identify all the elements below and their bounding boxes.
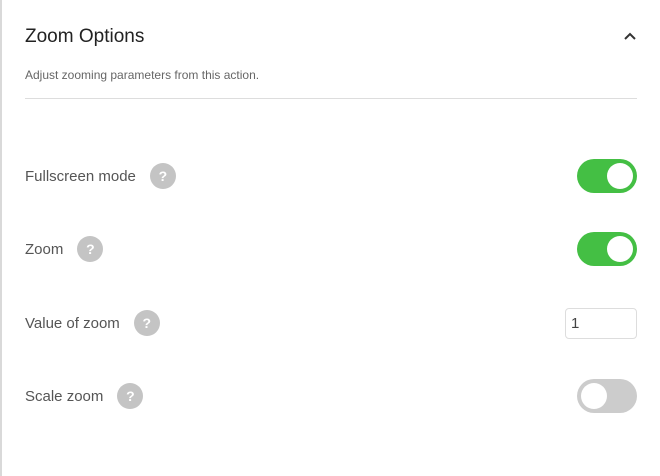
scale-zoom-toggle[interactable] xyxy=(577,379,637,413)
value-of-zoom-label: Value of zoom xyxy=(25,314,120,332)
zoom-toggle[interactable] xyxy=(577,232,637,266)
setting-row: Fullscreen mode? xyxy=(25,156,637,196)
panel-title: Zoom Options xyxy=(25,26,145,47)
toggle-knob xyxy=(607,163,633,189)
help-icon[interactable]: ? xyxy=(133,310,160,336)
setting-row: Value of zoom? xyxy=(25,303,637,343)
help-icon[interactable]: ? xyxy=(77,236,104,262)
value-of-zoom-input[interactable] xyxy=(565,307,637,339)
help-icon[interactable]: ? xyxy=(117,383,144,409)
chevron-up-icon[interactable] xyxy=(622,28,638,44)
scale-zoom-label: Scale zoom xyxy=(25,387,104,405)
panel-left-border xyxy=(0,0,2,476)
toggle-knob xyxy=(607,236,633,262)
help-icon[interactable]: ? xyxy=(149,163,176,189)
setting-row: Scale zoom? xyxy=(25,376,637,416)
panel-subtitle: Adjust zooming parameters from this acti… xyxy=(25,68,260,82)
fullscreen-mode-toggle[interactable] xyxy=(577,159,637,193)
setting-row: Zoom? xyxy=(25,229,637,269)
divider xyxy=(25,98,637,99)
zoom-label: Zoom xyxy=(25,240,64,258)
toggle-knob xyxy=(581,383,607,409)
fullscreen-mode-label: Fullscreen mode xyxy=(25,167,136,185)
